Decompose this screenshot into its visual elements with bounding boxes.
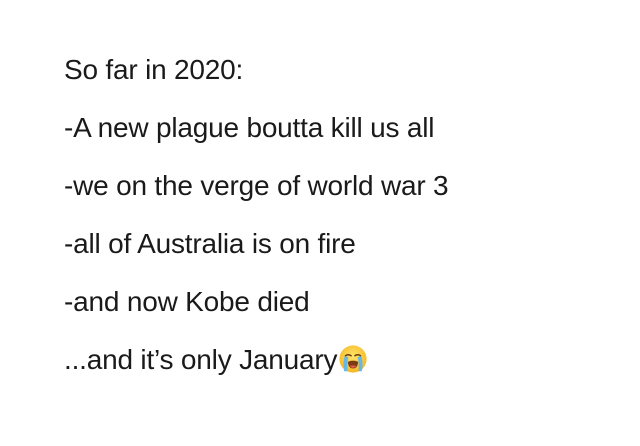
list-item-kobe: -and now Kobe died: [64, 286, 310, 317]
intro-line: So far in 2020:: [64, 54, 244, 85]
loudly-crying-face-icon: [338, 344, 368, 374]
closing-text: ...and it’s only January: [64, 344, 338, 375]
list-item-australia-fire: -all of Australia is on fire: [64, 228, 356, 259]
list-item-world-war: -we on the verge of world war 3: [64, 170, 449, 201]
closing-line: ...and it’s only January: [64, 342, 624, 378]
list-item-plague: -A new plague boutta kill us all: [64, 112, 435, 143]
meme-text-post: So far in 2020: -A new plague boutta kil…: [64, 52, 624, 378]
